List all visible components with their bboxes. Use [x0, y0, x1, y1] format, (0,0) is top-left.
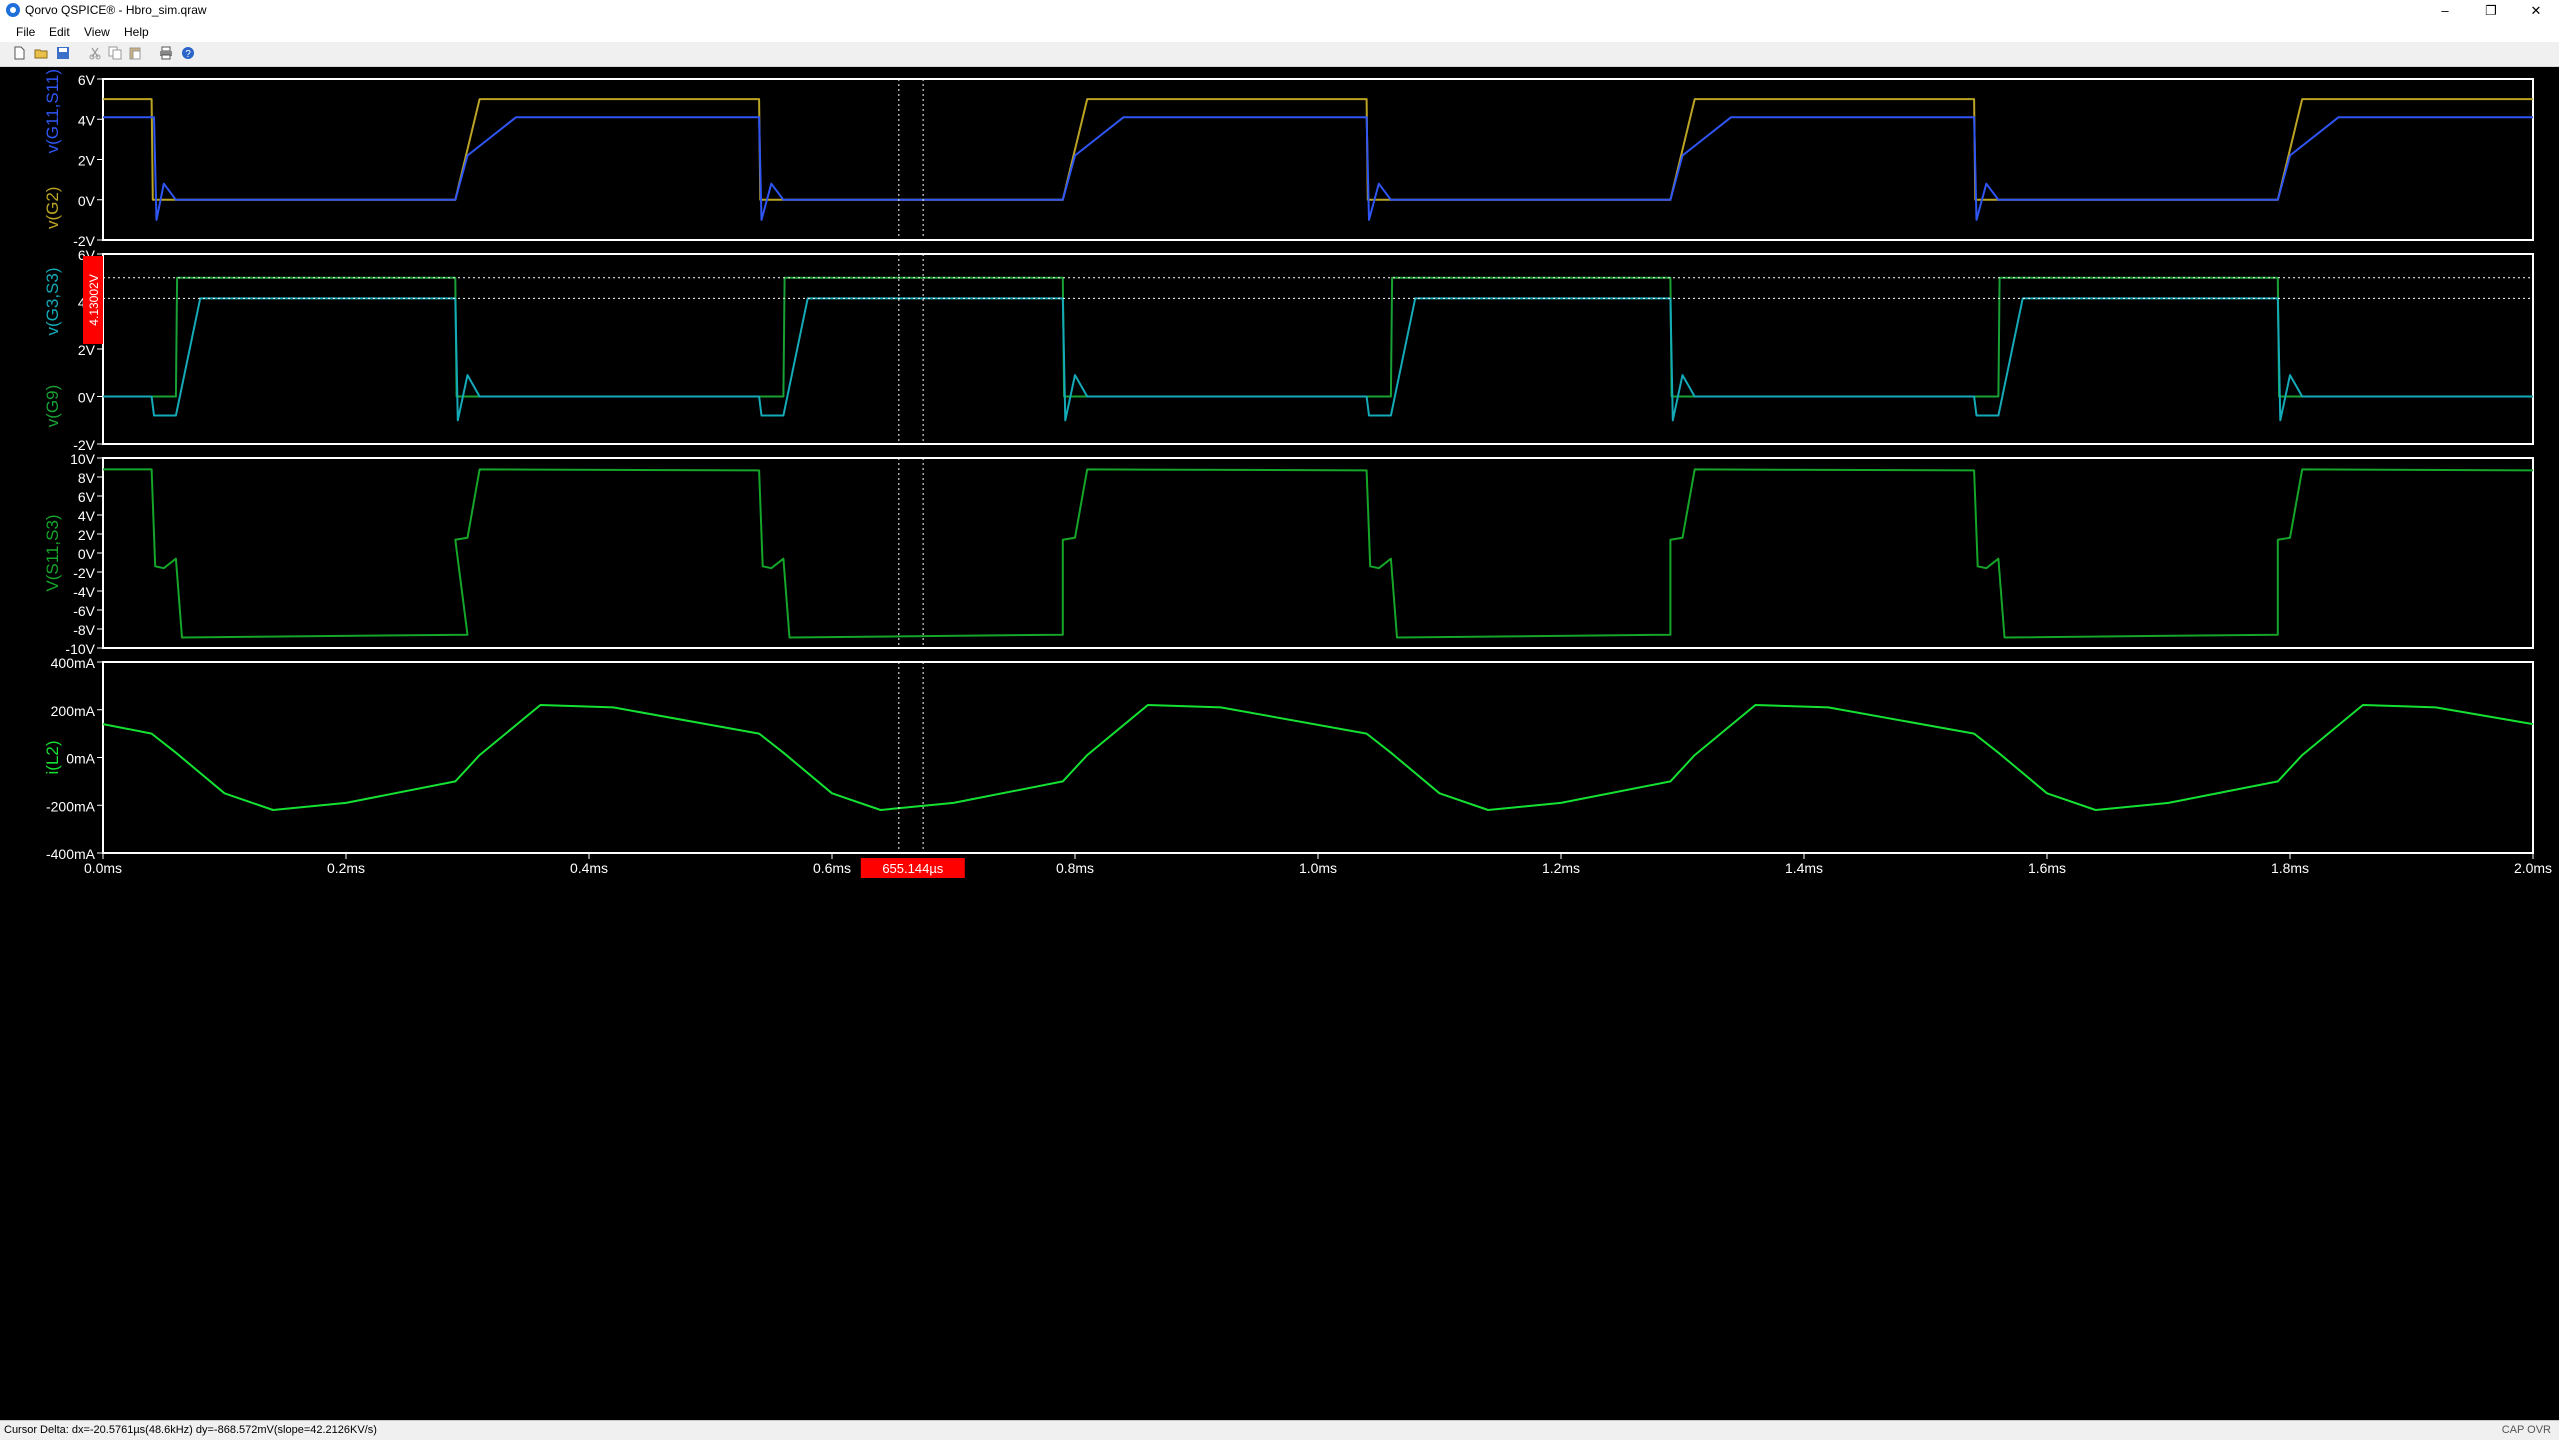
restore-button[interactable]: ❐: [2468, 0, 2514, 22]
menu-file[interactable]: File: [16, 25, 35, 39]
trace-line: [103, 297, 2533, 422]
y-tick-label: -200mA: [46, 798, 96, 814]
y-tick-label: 0V: [78, 390, 96, 406]
y-tick-label: 2V: [78, 153, 96, 169]
title-bar: Qorvo QSPICE® - Hbro_sim.qraw – ❐ ✕: [0, 0, 2559, 22]
minimize-button[interactable]: –: [2422, 0, 2468, 22]
x-tick-label: 1.8ms: [2271, 860, 2309, 876]
y-tick-label: 8V: [78, 470, 96, 486]
trace-line: [102, 704, 2534, 811]
y-tick-label: 2V: [78, 342, 96, 358]
cursor-x-value: 655.144µs: [882, 861, 943, 876]
trace-line: [103, 98, 2533, 201]
cursor-delta-readout: Cursor Delta: dx=-20.5761µs(48.6kHz) dy=…: [4, 1424, 377, 1436]
trace-label: V(S11,S3): [43, 514, 62, 591]
copy-icon[interactable]: [108, 46, 122, 60]
y-tick-label: 6V: [78, 72, 96, 88]
trace-label: i(L2): [43, 740, 62, 774]
x-tick-label: 1.6ms: [2028, 860, 2066, 876]
trace-label: v(G9): [43, 385, 62, 428]
close-button[interactable]: ✕: [2513, 0, 2559, 22]
y-tick-label: 4V: [78, 112, 96, 128]
trace-line: [103, 116, 2533, 221]
y-tick-label: 0V: [78, 546, 96, 562]
y-tick-label: 10V: [70, 451, 96, 467]
waveform-plot[interactable]: 6V4V2V0V-2Vv(G11,S11)v(G2)6V4V2V0V-2Vv(G…: [0, 67, 2559, 1420]
x-tick-label: 0.6ms: [813, 860, 851, 876]
status-bar: Cursor Delta: dx=-20.5761µs(48.6kHz) dy=…: [0, 1420, 2559, 1440]
x-tick-label: 0.0ms: [84, 860, 122, 876]
x-tick-label: 2.0ms: [2514, 860, 2552, 876]
save-icon[interactable]: [56, 46, 70, 60]
y-tick-label: 4V: [78, 508, 96, 524]
trace-label: v(G3,S3): [43, 267, 62, 335]
app-logo-icon: [6, 3, 20, 17]
menu-edit[interactable]: Edit: [49, 25, 70, 39]
y-tick-label: 400mA: [51, 655, 96, 671]
toolbar: ?: [0, 42, 2559, 67]
trace-line: [103, 468, 2534, 639]
open-icon[interactable]: [34, 46, 48, 60]
trace-label: v(G11,S11): [43, 69, 62, 153]
trace-label: v(G2): [43, 187, 62, 230]
plot-pane-frame: [102, 253, 2534, 445]
y-tick-label: -4V: [73, 584, 95, 600]
x-tick-label: 0.4ms: [570, 860, 608, 876]
new-icon[interactable]: [12, 46, 26, 60]
x-tick-label: 1.4ms: [1785, 860, 1823, 876]
y-tick-label: 6V: [78, 489, 96, 505]
cursor-y-value: 4.13002V: [87, 274, 101, 325]
plot-pane-frame: [102, 78, 2534, 241]
paste-icon[interactable]: [128, 46, 142, 60]
help-icon[interactable]: ?: [181, 46, 195, 60]
svg-text:?: ?: [185, 49, 191, 60]
waveform-viewer[interactable]: 6V4V2V0V-2Vv(G11,S11)v(G2)6V4V2V0V-2Vv(G…: [0, 67, 2559, 1420]
keyboard-indicators: CAP OVR: [2501, 1424, 2551, 1436]
print-icon[interactable]: [159, 46, 173, 60]
menu-help[interactable]: Help: [124, 25, 149, 39]
x-tick-label: 0.2ms: [327, 860, 365, 876]
window-title: Qorvo QSPICE® - Hbro_sim.qraw: [25, 3, 207, 17]
plot-pane-frame: [102, 457, 2534, 649]
y-tick-label: 0V: [78, 193, 96, 209]
plot-pane-frame: [102, 661, 2534, 854]
y-tick-label: -2V: [73, 565, 95, 581]
menu-view[interactable]: View: [84, 25, 110, 39]
menu-bar: File Edit View Help: [0, 22, 2559, 42]
y-tick-label: 200mA: [51, 703, 96, 719]
x-tick-label: 1.0ms: [1299, 860, 1337, 876]
y-tick-label: 0mA: [66, 751, 95, 767]
y-tick-label: -6V: [73, 603, 95, 619]
y-tick-label: 2V: [78, 527, 96, 543]
cut-icon[interactable]: [88, 46, 102, 60]
x-tick-label: 1.2ms: [1542, 860, 1580, 876]
y-tick-label: -8V: [73, 622, 95, 638]
x-tick-label: 0.8ms: [1056, 860, 1094, 876]
